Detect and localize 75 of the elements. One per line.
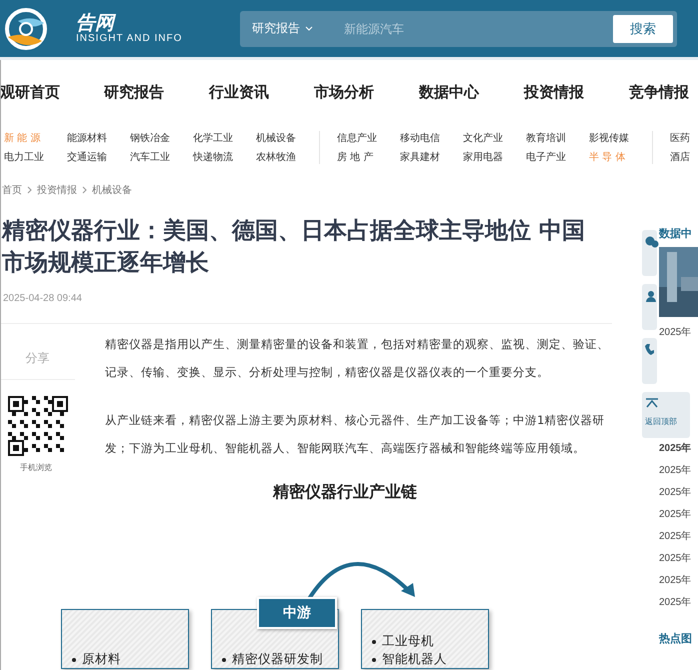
figure-title: 精密仪器行业产业链 (272, 482, 418, 503)
nav-link[interactable]: 投资情报 (524, 83, 629, 102)
sidebar-link[interactable]: 2025年 (659, 507, 692, 521)
chain-item: 工业母机 (372, 632, 488, 650)
bullet-icon (72, 658, 76, 662)
chain-item: 原材料 (72, 650, 188, 668)
paragraph: 从产业链来看，精密仪器上游主要为原材料、核心元器件、生产加工设备等；中游1精密仪器研发；下游为工业母机、智能机器人、智能网联汽车、高端医疗器械和智能终端等应用领域。 (105, 412, 606, 457)
category-link[interactable]: 酒店 (670, 150, 698, 164)
paragraph: 精密仪器是指用以产生、测量精密量的设备和装置，包括对精密量的观察、监视、测定、验证、记录、传输、变换、显示、分析处理与控制，精密仪器是仪器仪表的一个重要分支。 (105, 336, 610, 381)
category-link[interactable]: 汽车工业 (130, 150, 193, 164)
article-title: 精密仪器行业：美国、德国、日本占据全球主导地位 中国市场规模正逐年增长 (2, 216, 586, 278)
sidebar-link[interactable]: 2025年 (659, 441, 692, 455)
category-link[interactable]: 能源材料 (67, 130, 130, 144)
side-tool-button[interactable]: 返回顶部 (642, 392, 690, 438)
bullet-icon (372, 640, 376, 644)
search-scope-dropdown[interactable]: 研究报告 (252, 20, 342, 37)
chevron-down-icon (305, 26, 313, 31)
sidebar-caption: 2025年 (659, 326, 692, 339)
share-label: 分享 (0, 350, 75, 380)
category-link[interactable]: 快递物流 (193, 150, 256, 164)
chat-icon (645, 236, 659, 248)
arrow-up-icon (645, 398, 659, 408)
qr-caption: 手机浏览 (20, 462, 52, 473)
search-field[interactable]: 新能源汽车 (342, 20, 613, 36)
category-link[interactable]: 电子产业 (526, 150, 589, 164)
category-link[interactable]: 影视传媒 (589, 130, 652, 144)
sidebar-heading: 数据中 (659, 226, 692, 241)
logo-subtitle: INSIGHT AND INFO (76, 33, 182, 44)
category-link[interactable]: 文化产业 (463, 130, 526, 144)
category-link[interactable]: 家用电器 (463, 150, 526, 164)
nav-link[interactable]: 研究报告 (104, 83, 209, 102)
category-link[interactable]: 移动电信 (400, 130, 463, 144)
logo-icon (4, 6, 48, 50)
qr-code (8, 396, 68, 456)
category-link[interactable]: 交通运输 (67, 150, 130, 164)
sidebar-link[interactable]: 2025年 (659, 529, 692, 543)
category-link[interactable]: 钢铁冶金 (130, 130, 193, 144)
category-link[interactable]: 医药 (670, 130, 698, 144)
sidebar-link[interactable]: 2025年 (659, 595, 692, 609)
search-button[interactable]: 搜索 (613, 14, 673, 42)
side-tool-button[interactable] (642, 338, 657, 384)
nav-link[interactable]: 行业资讯 (209, 83, 314, 102)
category-link[interactable]: 农林牧渔 (256, 150, 319, 164)
sidebar-link[interactable]: 2025年 (659, 463, 692, 477)
bullet-icon (372, 658, 376, 662)
category-link[interactable]: 房 地 产 (337, 150, 400, 164)
user-icon (645, 290, 657, 302)
logo-text: 告网 (76, 13, 117, 33)
category-link[interactable]: 化学工业 (193, 130, 256, 144)
nav-link[interactable]: 竞争情报 (629, 83, 698, 102)
side-tool-button[interactable] (642, 284, 657, 330)
chain-item: 智能机器人 (372, 650, 488, 668)
breadcrumb-link[interactable]: 首页 (2, 183, 22, 197)
stage-label: 中游 (257, 597, 337, 629)
search-bar[interactable]: 研究报告 新能源汽车 搜索 (240, 10, 677, 46)
category-link[interactable]: 家具建材 (400, 150, 463, 164)
bullet-icon (222, 658, 226, 662)
sidebar-link[interactable]: 2025年 (659, 551, 692, 565)
sidebar-heading: 热点图 (659, 631, 692, 646)
side-tool-button[interactable] (642, 230, 657, 276)
category-link[interactable]: 教育培训 (526, 130, 589, 144)
nav-link[interactable]: 数据中心 (419, 83, 524, 102)
phone-icon (645, 344, 655, 356)
nav-link[interactable]: 市场分析 (314, 83, 419, 102)
breadcrumb-link[interactable]: 投资情报 (37, 183, 77, 197)
category-link[interactable]: 电力工业 (4, 150, 67, 164)
publish-date: 2025-04-28 09:44 (3, 293, 82, 304)
sidebar-link[interactable]: 2025年 (659, 485, 692, 499)
category-link[interactable]: 机械设备 (256, 130, 319, 144)
chevron-right-icon (27, 186, 32, 194)
chevron-right-icon (82, 186, 87, 194)
chain-item: 精密仪器研发制 (222, 650, 338, 668)
breadcrumb-link[interactable]: 机械设备 (92, 183, 132, 197)
sidebar-link[interactable]: 2025年 (659, 573, 692, 587)
category-link[interactable]: 信息产业 (337, 130, 400, 144)
